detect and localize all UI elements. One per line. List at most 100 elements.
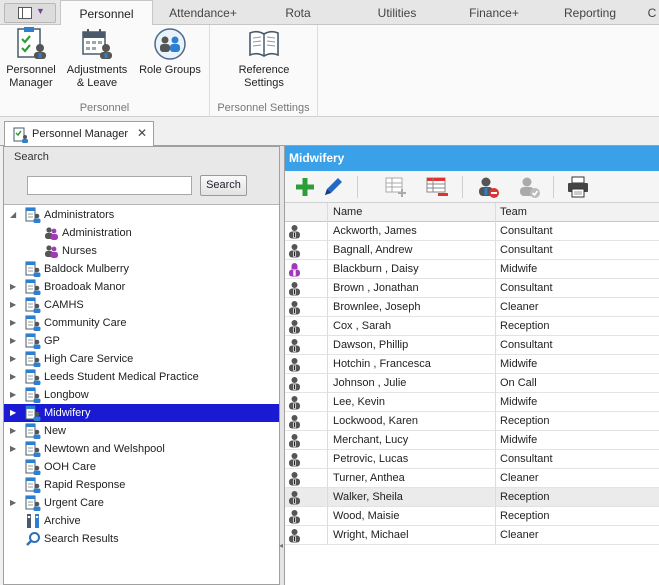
table-row[interactable]: Hotchin , Francesca Midwife xyxy=(285,355,659,374)
add-icon[interactable] xyxy=(293,175,317,199)
table-row[interactable]: Lee, Kevin Midwife xyxy=(285,393,659,412)
collapse-arrow-icon[interactable]: ▶ xyxy=(10,404,16,422)
adjustments-leave-button[interactable]: Adjustments & Leave xyxy=(63,27,131,90)
table-row[interactable]: Wright, Michael Cleaner xyxy=(285,526,659,545)
collapse-arrow-icon[interactable]: ▶ xyxy=(10,386,16,404)
group-icon xyxy=(25,495,41,511)
collapse-arrow-icon[interactable]: ▶ xyxy=(10,296,16,314)
document-tab-personnel-manager[interactable]: Personnel Manager ✕ xyxy=(4,121,154,146)
tree-item[interactable]: ▶ Broadoak Manor xyxy=(4,278,279,296)
tab-rota[interactable]: Rota xyxy=(258,0,338,25)
collapse-arrow-icon[interactable]: ▶ xyxy=(10,314,16,332)
collapse-arrow-icon[interactable]: ▶ xyxy=(10,368,16,386)
table-row[interactable]: Brown , Jonathan Consultant xyxy=(285,279,659,298)
column-header-name[interactable]: Name xyxy=(328,203,496,222)
team-cell: Reception xyxy=(500,491,550,503)
column-header-icon[interactable] xyxy=(285,203,328,222)
group-icon xyxy=(25,459,41,475)
tree-item[interactable]: Rapid Response xyxy=(4,476,279,494)
archive-icon xyxy=(25,513,41,529)
tree-item[interactable]: ▶ Leeds Student Medical Practice xyxy=(4,368,279,386)
group-tree: ◢ Administrators Administration Nurses Baldo… xyxy=(4,206,279,548)
search-button[interactable]: Search xyxy=(200,175,247,196)
search-input[interactable] xyxy=(27,176,192,195)
male-person-icon xyxy=(285,526,328,545)
tree-item[interactable]: ▶ Midwifery xyxy=(4,404,279,422)
collapse-arrow-icon[interactable]: ▶ xyxy=(10,332,16,350)
remove-person-icon[interactable] xyxy=(476,175,500,199)
group-icon xyxy=(25,207,41,223)
column-header-team[interactable]: Team xyxy=(496,203,659,222)
tree-item-label: New xyxy=(44,425,67,437)
close-icon[interactable]: ✕ xyxy=(137,126,147,140)
add-column-icon[interactable] xyxy=(384,175,408,199)
reference-settings-button[interactable]: Reference Settings xyxy=(230,27,298,90)
table-row[interactable]: Ackworth, James Consultant xyxy=(285,222,659,241)
tree-item-label: Administrators xyxy=(44,209,115,221)
personnel-manager-button[interactable]: Personnel Manager xyxy=(3,27,59,90)
tree-item[interactable]: ▶ High Care Service xyxy=(4,350,279,368)
tab-attendance[interactable]: Attendance+ xyxy=(158,0,248,25)
tree-item[interactable]: Nurses xyxy=(4,242,279,260)
name-cell: Turner, Anthea xyxy=(328,469,496,488)
tree-item[interactable]: Administration xyxy=(4,224,279,242)
collapse-arrow-icon[interactable]: ▶ xyxy=(10,278,16,296)
approve-person-icon[interactable] xyxy=(517,175,541,199)
group-detail-panel: Midwifery Name Team Ackworth, James Cons… xyxy=(284,146,659,585)
table-row[interactable]: Lockwood, Karen Reception xyxy=(285,412,659,431)
table-row[interactable]: Merchant, Lucy Midwife xyxy=(285,431,659,450)
tree-item[interactable]: ▶ Urgent Care xyxy=(4,494,279,512)
group-title: Midwifery xyxy=(285,146,659,171)
edit-icon[interactable] xyxy=(321,175,345,199)
tree-item[interactable]: ▶ Community Care xyxy=(4,314,279,332)
tree-item[interactable]: ▶ Newtown and Welshpool xyxy=(4,440,279,458)
male-person-icon xyxy=(285,412,328,431)
team-cell: Consultant xyxy=(500,453,553,465)
tab-utilities[interactable]: Utilities xyxy=(355,0,439,25)
name-cell: Lee, Kevin xyxy=(328,393,496,412)
name-cell: Walker, Sheila xyxy=(328,488,496,507)
table-row[interactable]: Johnson , Julie On Call xyxy=(285,374,659,393)
name-cell: Hotchin , Francesca xyxy=(328,355,496,374)
group-icon xyxy=(25,369,41,385)
group-icon xyxy=(25,423,41,439)
expand-arrow-icon[interactable]: ◢ xyxy=(10,206,16,224)
table-row[interactable]: Bagnall, Andrew Consultant xyxy=(285,241,659,260)
table-row[interactable]: Turner, Anthea Cleaner xyxy=(285,469,659,488)
remove-column-icon[interactable] xyxy=(425,175,449,199)
table-row[interactable]: Petrovic, Lucas Consultant xyxy=(285,450,659,469)
collapse-arrow-icon[interactable]: ▶ xyxy=(10,422,16,440)
tab-personnel[interactable]: Personnel xyxy=(60,0,153,26)
table-row[interactable]: Brownlee, Joseph Cleaner xyxy=(285,298,659,317)
tree-item[interactable]: Archive xyxy=(4,512,279,530)
table-row[interactable]: Blackburn , Daisy Midwife xyxy=(285,260,659,279)
tree-item[interactable]: ▶ GP xyxy=(4,332,279,350)
table-row[interactable]: Cox , Sarah Reception xyxy=(285,317,659,336)
tab-overflow[interactable]: C xyxy=(645,0,659,25)
team-cell: Midwife xyxy=(500,434,538,446)
tree-item[interactable]: ▶ CAMHS xyxy=(4,296,279,314)
collapse-arrow-icon[interactable]: ▶ xyxy=(10,494,16,512)
application-menu-button[interactable]: ▼ xyxy=(4,3,56,23)
collapse-arrow-icon[interactable]: ▶ xyxy=(10,440,16,458)
table-row[interactable]: Dawson, Phillip Consultant xyxy=(285,336,659,355)
tab-reporting[interactable]: Reporting xyxy=(548,0,632,25)
collapse-arrow-icon[interactable]: ▶ xyxy=(10,350,16,368)
toolbar-separator xyxy=(553,176,554,198)
tree-item[interactable]: OOH Care xyxy=(4,458,279,476)
tree-item[interactable]: Baldock Mulberry xyxy=(4,260,279,278)
tree-item[interactable]: ▶ Longbow xyxy=(4,386,279,404)
table-row[interactable]: Walker, Sheila Reception xyxy=(285,488,659,507)
male-person-icon xyxy=(285,507,328,526)
print-icon[interactable] xyxy=(566,175,590,199)
male-person-icon xyxy=(285,431,328,450)
tree-item[interactable]: ◢ Administrators xyxy=(4,206,279,224)
tree-item-label: Archive xyxy=(44,515,81,527)
role-groups-button[interactable]: Role Groups xyxy=(136,27,204,77)
tab-finance[interactable]: Finance+ xyxy=(452,0,536,25)
table-row[interactable]: Wood, Maisie Reception xyxy=(285,507,659,526)
tree-item[interactable]: Search Results xyxy=(4,530,279,548)
adjustments-label-2: & Leave xyxy=(76,77,118,89)
tree-item[interactable]: ▶ New xyxy=(4,422,279,440)
name-cell: Petrovic, Lucas xyxy=(328,450,496,469)
